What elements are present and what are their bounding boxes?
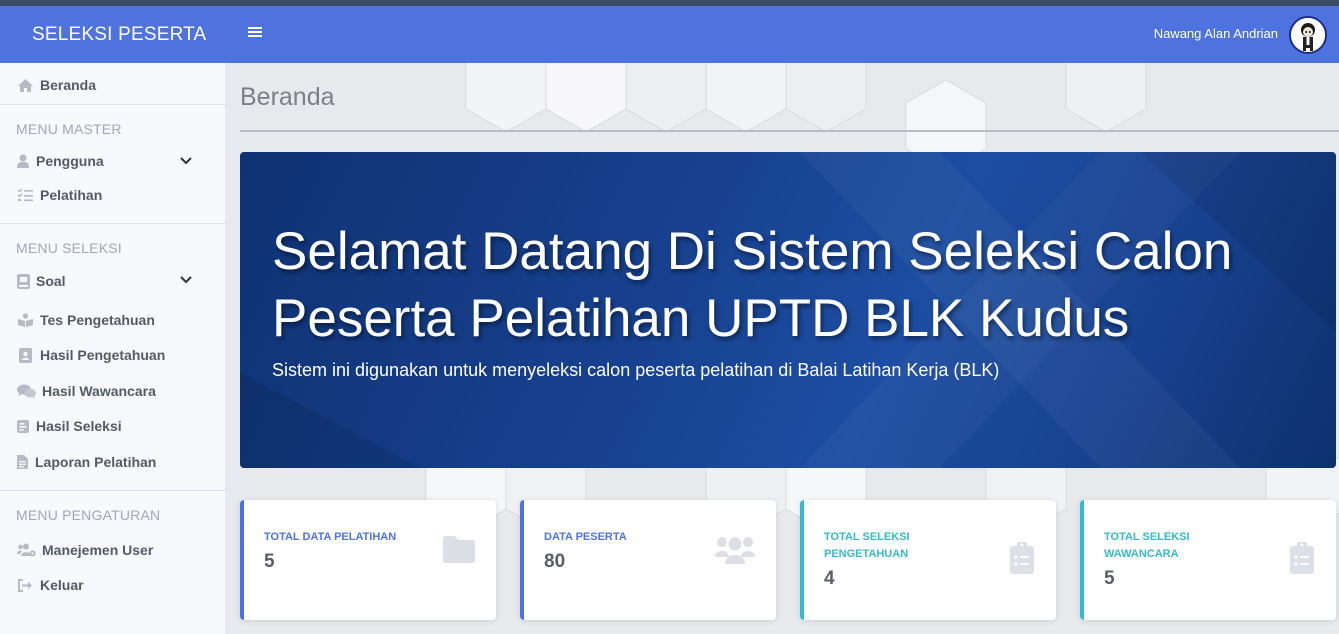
sidebar-item-label: Pengguna xyxy=(36,153,104,169)
sidebar-item-laporan-pelatihan[interactable]: Laporan Pelatihan xyxy=(16,451,156,473)
user-icon xyxy=(16,153,30,169)
sidebar-item-manejemen-user[interactable]: Manejemen User xyxy=(16,539,153,561)
stat-card-data-peserta[interactable]: Data Peserta 80 xyxy=(520,500,776,620)
sidebar-item-pengguna[interactable]: Pengguna xyxy=(16,150,104,172)
sidebar-item-label: Hasil Wawancara xyxy=(42,383,156,399)
avatar[interactable] xyxy=(1289,16,1327,54)
card-accent-bar xyxy=(800,500,804,620)
id-card-icon xyxy=(16,347,34,363)
sidebar-item-beranda[interactable]: Beranda xyxy=(16,74,96,96)
sidebar-item-hasil-seleksi[interactable]: Hasil Seleksi xyxy=(16,415,122,437)
folder-icon xyxy=(443,536,475,563)
book-icon xyxy=(16,273,30,289)
card-label: Total Seleksi Pengetahuan xyxy=(824,531,910,560)
sidebar-divider xyxy=(0,104,225,105)
card-value: 4 xyxy=(824,568,835,589)
sidebar-item-soal[interactable]: Soal xyxy=(16,270,66,292)
card-label: Data Peserta xyxy=(544,531,627,543)
file-icon xyxy=(16,454,29,470)
sidebar-divider xyxy=(0,490,225,491)
comments-icon xyxy=(16,383,36,399)
banner-subtitle: Sistem ini digunakan untuk menyeleksi ca… xyxy=(272,360,1000,380)
chevron-down-icon[interactable] xyxy=(179,154,193,168)
stat-card-total-seleksi-wawancara[interactable]: Total Seleksi Wawancara 5 xyxy=(1080,500,1336,620)
title-divider xyxy=(240,130,1339,132)
sidebar-item-label: Pelatihan xyxy=(40,187,103,203)
sidebar-item-hasil-pengetahuan[interactable]: Hasil Pengetahuan xyxy=(16,344,165,366)
sidebar-item-label: Beranda xyxy=(40,77,97,93)
home-icon xyxy=(16,77,34,93)
sidebar-item-label: Hasil Pengetahuan xyxy=(40,347,166,363)
card-value: 5 xyxy=(1104,568,1115,589)
card-value: 80 xyxy=(544,551,566,572)
sidebar-item-label: Manejemen User xyxy=(42,542,154,558)
card-label: Total Seleksi Wawancara xyxy=(1104,531,1190,560)
sidebar-item-label: Tes Pengetahuan xyxy=(40,312,155,328)
sidebar-item-tes-pengetahuan[interactable]: Tes Pengetahuan xyxy=(16,309,155,331)
sidebar-item-label: Keluar xyxy=(40,577,84,593)
sidebar-item-hasil-wawancara[interactable]: Hasil Wawancara xyxy=(16,380,156,402)
card-accent-bar xyxy=(240,500,244,620)
clipboard-list-icon xyxy=(1290,542,1314,574)
users-icon xyxy=(715,537,755,564)
sign-out-icon xyxy=(16,577,34,593)
users-cog-icon xyxy=(16,542,36,558)
sidebar-item-pelatihan[interactable]: Pelatihan xyxy=(16,184,102,206)
sidebar-divider xyxy=(0,223,225,224)
clipboard-list-icon xyxy=(1010,542,1034,574)
sidebar-item-label: Hasil Seleksi xyxy=(36,418,122,434)
card-accent-bar xyxy=(1080,500,1084,620)
topbar: SELEKSI PESERTA Nawang Alan Andrian xyxy=(0,6,1339,63)
stat-card-total-data-pelatihan[interactable]: Total Data Pelatihan 5 xyxy=(240,500,496,620)
stat-card-total-seleksi-pengetahuan[interactable]: Total Seleksi Pengetahuan 4 xyxy=(800,500,1056,620)
user-name[interactable]: Nawang Alan Andrian xyxy=(1112,26,1278,41)
sidebar-item-label: Soal xyxy=(36,273,66,289)
poll-icon xyxy=(16,418,30,434)
banner-title: Selamat Datang Di Sistem Seleksi Calon P… xyxy=(272,222,1233,348)
main-content: Beranda Selamat Datang Di Sistem Seleksi… xyxy=(226,63,1339,634)
card-accent-bar xyxy=(520,500,524,620)
bars-icon[interactable] xyxy=(248,23,262,43)
chevron-down-icon[interactable] xyxy=(179,273,193,287)
welcome-banner: Selamat Datang Di Sistem Seleksi Calon P… xyxy=(240,152,1336,468)
sidebar-item-label: Laporan Pelatihan xyxy=(35,454,157,470)
sidebar-item-keluar[interactable]: Keluar xyxy=(16,574,84,596)
menu-seleksi-heading: MENU SELEKSI xyxy=(16,240,122,256)
sidebar: Beranda MENU MASTER Pengguna Pelatihan M… xyxy=(0,63,226,634)
brand-title[interactable]: SELEKSI PESERTA xyxy=(32,24,206,46)
card-label: Total Data Pelatihan xyxy=(264,531,397,543)
checklist-icon xyxy=(16,187,34,203)
menu-pengaturan-heading: MENU PENGATURAN xyxy=(16,507,161,523)
card-value: 5 xyxy=(264,551,275,572)
page-title: Beranda xyxy=(240,83,335,111)
menu-master-heading: MENU MASTER xyxy=(16,121,122,137)
reader-icon xyxy=(16,312,34,328)
